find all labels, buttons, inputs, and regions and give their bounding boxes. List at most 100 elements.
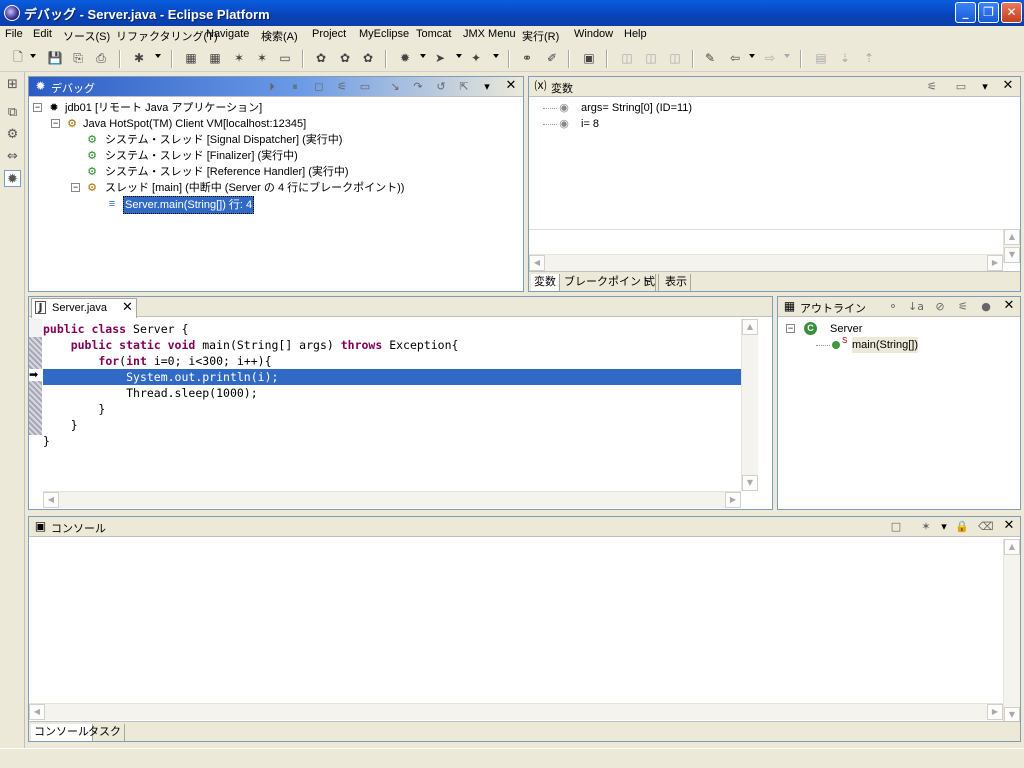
last-edit-icon[interactable]: ◫	[667, 50, 683, 66]
show-type-names-icon[interactable]: ⚟	[925, 80, 939, 94]
variable-row[interactable]: ◉ i= 8	[543, 116, 843, 132]
detail-hscrollbar[interactable]: ◀ ▶	[529, 254, 1003, 271]
tree-item-thread[interactable]: ⚙ システム・スレッド [Reference Handler] (実行中)	[85, 164, 505, 180]
hide-fields-icon[interactable]: ⊘	[933, 300, 947, 314]
debug-icon[interactable]: ✹	[397, 50, 413, 66]
maximize-button[interactable]: ❐	[978, 2, 999, 23]
menu-navigate[interactable]: Navigate	[206, 28, 249, 40]
tree-item-vm[interactable]: − ⚙ Java HotSpot(TM) Client VM[localhost…	[51, 116, 511, 132]
run-dropdown-icon[interactable]	[456, 54, 462, 58]
debug-dropdown-icon[interactable]	[420, 54, 426, 58]
tree-item-thread[interactable]: ⚙ システム・スレッド [Signal Dispatcher] (実行中)	[85, 132, 505, 148]
sort-icon[interactable]: ⚬	[886, 300, 900, 314]
server-stop-icon[interactable]: ▭	[277, 50, 293, 66]
editor-tab[interactable]: J Server.java ✕	[31, 298, 137, 318]
minimize-button[interactable]: _	[955, 2, 976, 23]
editor-hscrollbar[interactable]: ◀ ▶	[43, 491, 741, 508]
menu-tomcat[interactable]: Tomcat	[416, 28, 451, 40]
step-over-tool-icon[interactable]: ↷	[411, 80, 425, 94]
menu-file[interactable]: File	[5, 28, 23, 40]
close-console-view-icon[interactable]: ✕	[1002, 519, 1016, 533]
open-perspective-icon[interactable]: ⊞	[4, 76, 21, 93]
save-icon[interactable]: 💾	[47, 50, 63, 66]
forward-dropdown-icon[interactable]	[784, 54, 790, 58]
suspend-icon[interactable]: ⏸	[288, 80, 302, 94]
tree-item-main-thread[interactable]: − ⚙ スレッド [main] (中断中 (Server の 4 行にブレークポ…	[71, 180, 511, 196]
tree-item-thread[interactable]: ⚙ システム・スレッド [Finalizer] (実行中)	[85, 148, 505, 164]
deploy2-icon[interactable]: ▦	[207, 50, 223, 66]
collapse-icon[interactable]: −	[71, 183, 80, 192]
editor-vscrollbar[interactable]: ▲ ▼	[741, 319, 758, 491]
detail-scrollbar[interactable]: ▲ ▼	[1003, 229, 1020, 263]
drop-to-frame-icon[interactable]: ⇱	[457, 80, 471, 94]
tab-display[interactable]: 表示	[662, 274, 691, 291]
print-icon[interactable]: ⎙	[93, 50, 109, 66]
menu-refactor[interactable]: リファクタリング(T)	[116, 28, 218, 44]
tree-item-stack-frame[interactable]: ≡ Server.main(String[]) 行: 4	[105, 196, 305, 214]
console-hscrollbar[interactable]: ◀ ▶	[29, 703, 1003, 720]
save-all-icon[interactable]: ⎘	[70, 50, 86, 66]
team-perspective-icon[interactable]: ⚙	[4, 126, 21, 143]
menu-help[interactable]: Help	[624, 28, 647, 40]
java-perspective-icon[interactable]: ⧉	[4, 104, 21, 121]
prev-annotation-icon[interactable]: ◫	[619, 50, 635, 66]
deploy-icon[interactable]: ▦	[183, 50, 199, 66]
hide-nonpublic-icon[interactable]: ●	[979, 300, 993, 314]
collapse-icon[interactable]: −	[786, 324, 795, 333]
server-run-icon[interactable]: ✶	[231, 50, 247, 66]
step-into-icon[interactable]: ⇣	[837, 50, 853, 66]
tab-console[interactable]: コンソール	[31, 724, 93, 741]
hide-static-icon[interactable]: ⚟	[956, 300, 970, 314]
back-icon[interactable]: ⇦	[727, 50, 743, 66]
display-selected-console-icon[interactable]: ✶	[919, 520, 933, 534]
menu-myeclipse[interactable]: MyEclipse	[359, 28, 409, 40]
menu-edit[interactable]: Edit	[33, 28, 52, 40]
outline-class-item[interactable]: − C Server	[786, 321, 986, 337]
tomcat-start-icon[interactable]: ✿	[313, 50, 329, 66]
step-over-icon[interactable]: ▤	[813, 50, 829, 66]
last-edit-location-icon[interactable]: ✎	[702, 50, 718, 66]
server-debug-icon[interactable]: ✶	[254, 50, 270, 66]
tree-item-launch[interactable]: − ✹ jdb01 [リモート Java アプリケーション]	[33, 100, 513, 116]
console-vscrollbar[interactable]: ▲ ▼	[1003, 539, 1020, 723]
step-into-tool-icon[interactable]: ↘	[388, 80, 402, 94]
outline-method-item[interactable]: S main(String[])	[816, 336, 996, 353]
menu-project[interactable]: Project	[312, 28, 346, 40]
variable-row[interactable]: ◉ args= String[0] (ID=11)	[543, 100, 843, 116]
tab-variables[interactable]: 変数	[531, 274, 560, 291]
clear-console-icon[interactable]: □	[889, 520, 903, 534]
search-icon[interactable]: ✐	[544, 50, 560, 66]
tab-expressions[interactable]: 式	[641, 274, 659, 291]
collapse-icon[interactable]: −	[51, 119, 60, 128]
next-annotation-icon[interactable]: ◫	[643, 50, 659, 66]
terminate-icon[interactable]: ◻	[312, 80, 326, 94]
close-button[interactable]: ✕	[1001, 2, 1022, 23]
tab-tasks[interactable]: タスク	[85, 724, 125, 741]
back-dropdown-icon[interactable]	[749, 54, 755, 58]
resume-icon[interactable]: ⏵	[265, 80, 279, 94]
open-type-icon[interactable]: ⚭	[519, 50, 535, 66]
layout-icon[interactable]: ▭	[954, 80, 968, 94]
external-tools-icon[interactable]: ✦	[468, 50, 484, 66]
step-return-icon[interactable]: ⇡	[861, 50, 877, 66]
external-tools-dropdown-icon[interactable]	[493, 54, 499, 58]
tomcat-stop-icon[interactable]: ✿	[337, 50, 353, 66]
console-dropdown-icon[interactable]: ▾	[937, 520, 951, 534]
view-menu-icon[interactable]: ▾	[480, 80, 494, 94]
tomcat-restart-icon[interactable]: ✿	[360, 50, 376, 66]
close-outline-view-icon[interactable]: ✕	[1002, 299, 1016, 313]
new-file-icon[interactable]: 🗋	[10, 50, 26, 66]
alpha-sort-icon[interactable]: ↓a	[908, 300, 924, 314]
disconnect-icon[interactable]: ⚟	[335, 80, 349, 94]
resource-perspective-icon[interactable]: ⇔	[4, 148, 21, 165]
view-menu-icon[interactable]: ▾	[978, 80, 992, 94]
run-config-icon[interactable]: ✱	[131, 50, 147, 66]
run-icon[interactable]: ➤	[432, 50, 448, 66]
close-variables-view-icon[interactable]: ✕	[1001, 79, 1015, 93]
step-return-tool-icon[interactable]: ↺	[434, 80, 448, 94]
open-task-icon[interactable]: ▣	[581, 50, 597, 66]
new-dropdown-icon[interactable]	[30, 54, 36, 58]
remove-terminated-icon[interactable]: ▭	[358, 80, 372, 94]
run-config-dropdown-icon[interactable]	[155, 54, 161, 58]
debug-perspective-icon[interactable]: ✹	[4, 170, 21, 187]
